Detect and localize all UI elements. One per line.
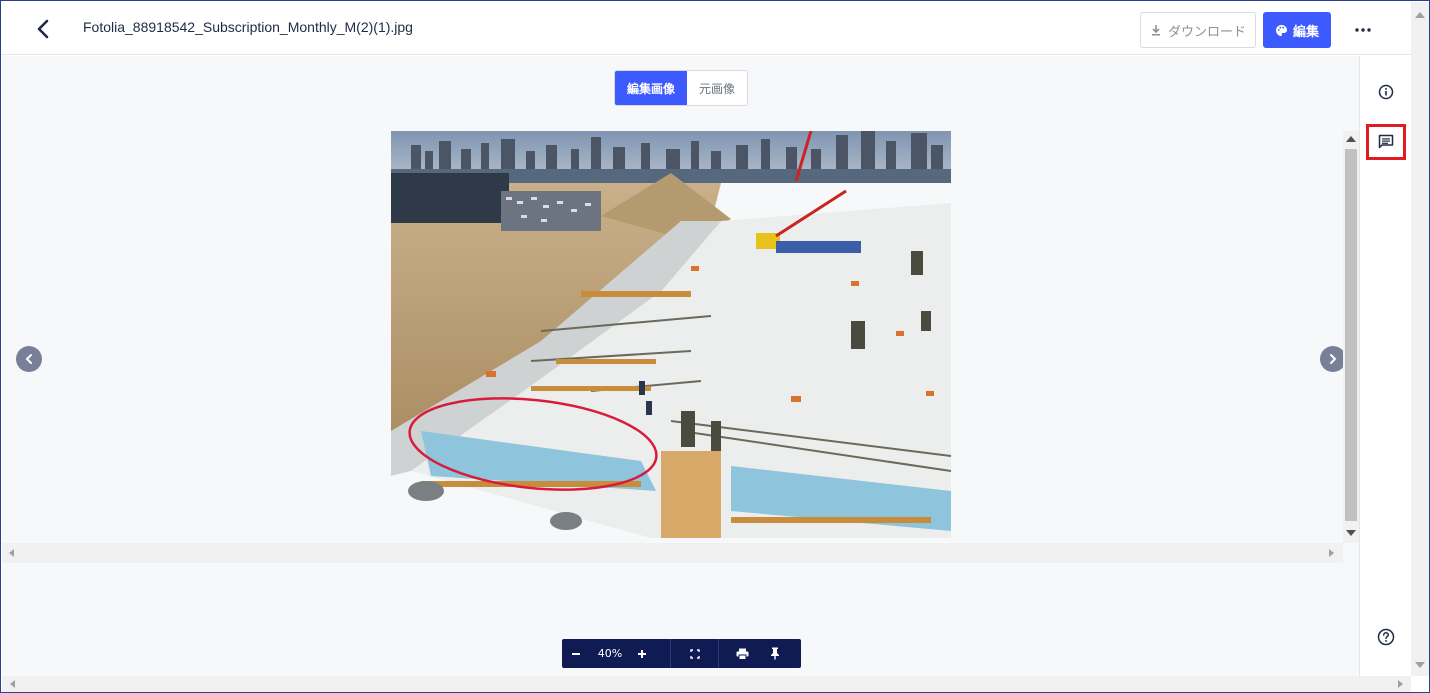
back-button[interactable] <box>28 14 58 44</box>
viewer-area: 編集画像 元画像 40% <box>2 56 1359 676</box>
minus-icon <box>572 652 580 655</box>
tab-original-image[interactable]: 元画像 <box>687 71 747 105</box>
chevron-right-icon <box>1330 354 1337 364</box>
zoom-toolbar: 40% <box>562 639 801 668</box>
chevron-left-icon <box>37 19 49 39</box>
edit-button[interactable]: 編集 <box>1263 12 1331 48</box>
edit-label: 編集 <box>1292 24 1319 40</box>
right-sidebar <box>1359 56 1411 676</box>
scroll-right-arrow[interactable] <box>1329 549 1334 557</box>
print-icon <box>736 648 748 660</box>
scroll-left-arrow[interactable] <box>9 549 14 557</box>
more-horizontal-icon <box>1355 28 1371 32</box>
zoom-level: 40% <box>597 647 623 660</box>
comment-icon <box>1378 134 1394 149</box>
scrollbar-thumb[interactable] <box>1345 149 1357 521</box>
file-name: Fotolia_88918542_Subscription_Monthly_M(… <box>83 19 413 35</box>
download-label: ダウンロード <box>1167 24 1246 40</box>
info-icon <box>1378 84 1394 100</box>
construction-site-photo <box>391 131 951 538</box>
viewer-vertical-scrollbar[interactable] <box>1343 131 1359 543</box>
scroll-up-arrow[interactable] <box>1346 136 1356 142</box>
image-viewport <box>2 131 1359 564</box>
viewer-horizontal-scrollbar[interactable] <box>2 543 1343 563</box>
page-vertical-scrollbar[interactable] <box>1411 2 1429 676</box>
more-button[interactable] <box>1348 16 1378 44</box>
pin-button[interactable] <box>765 639 785 668</box>
fit-screen-button[interactable] <box>671 639 718 668</box>
scroll-right-arrow[interactable] <box>1398 680 1403 688</box>
previous-image-button[interactable] <box>16 346 42 372</box>
help-icon <box>1377 628 1395 646</box>
zoom-in-button[interactable] <box>630 639 654 668</box>
fit-screen-icon <box>689 648 700 659</box>
comment-button[interactable] <box>1366 124 1406 160</box>
pin-icon <box>771 647 779 660</box>
plus-icon <box>638 649 646 658</box>
app-window: Fotolia_88918542_Subscription_Monthly_M(… <box>0 0 1430 693</box>
scroll-down-arrow[interactable] <box>1415 662 1425 668</box>
info-button[interactable] <box>1372 78 1400 106</box>
page-horizontal-scrollbar[interactable] <box>2 676 1411 692</box>
chevron-left-icon <box>25 354 32 364</box>
palette-icon <box>1275 24 1287 36</box>
scroll-down-arrow[interactable] <box>1346 530 1356 536</box>
header-bar: Fotolia_88918542_Subscription_Monthly_M(… <box>2 2 1411 55</box>
scroll-left-arrow[interactable] <box>10 680 15 688</box>
photo-illustration <box>391 131 951 538</box>
download-button[interactable]: ダウンロード <box>1140 12 1256 48</box>
download-icon <box>1151 25 1160 36</box>
print-button[interactable] <box>719 639 765 668</box>
zoom-out-button[interactable] <box>562 639 590 668</box>
image-version-toggle: 編集画像 元画像 <box>614 70 749 106</box>
scroll-up-arrow[interactable] <box>1415 12 1425 18</box>
help-button[interactable] <box>1372 623 1400 651</box>
tab-edited-image[interactable]: 編集画像 <box>615 71 688 105</box>
